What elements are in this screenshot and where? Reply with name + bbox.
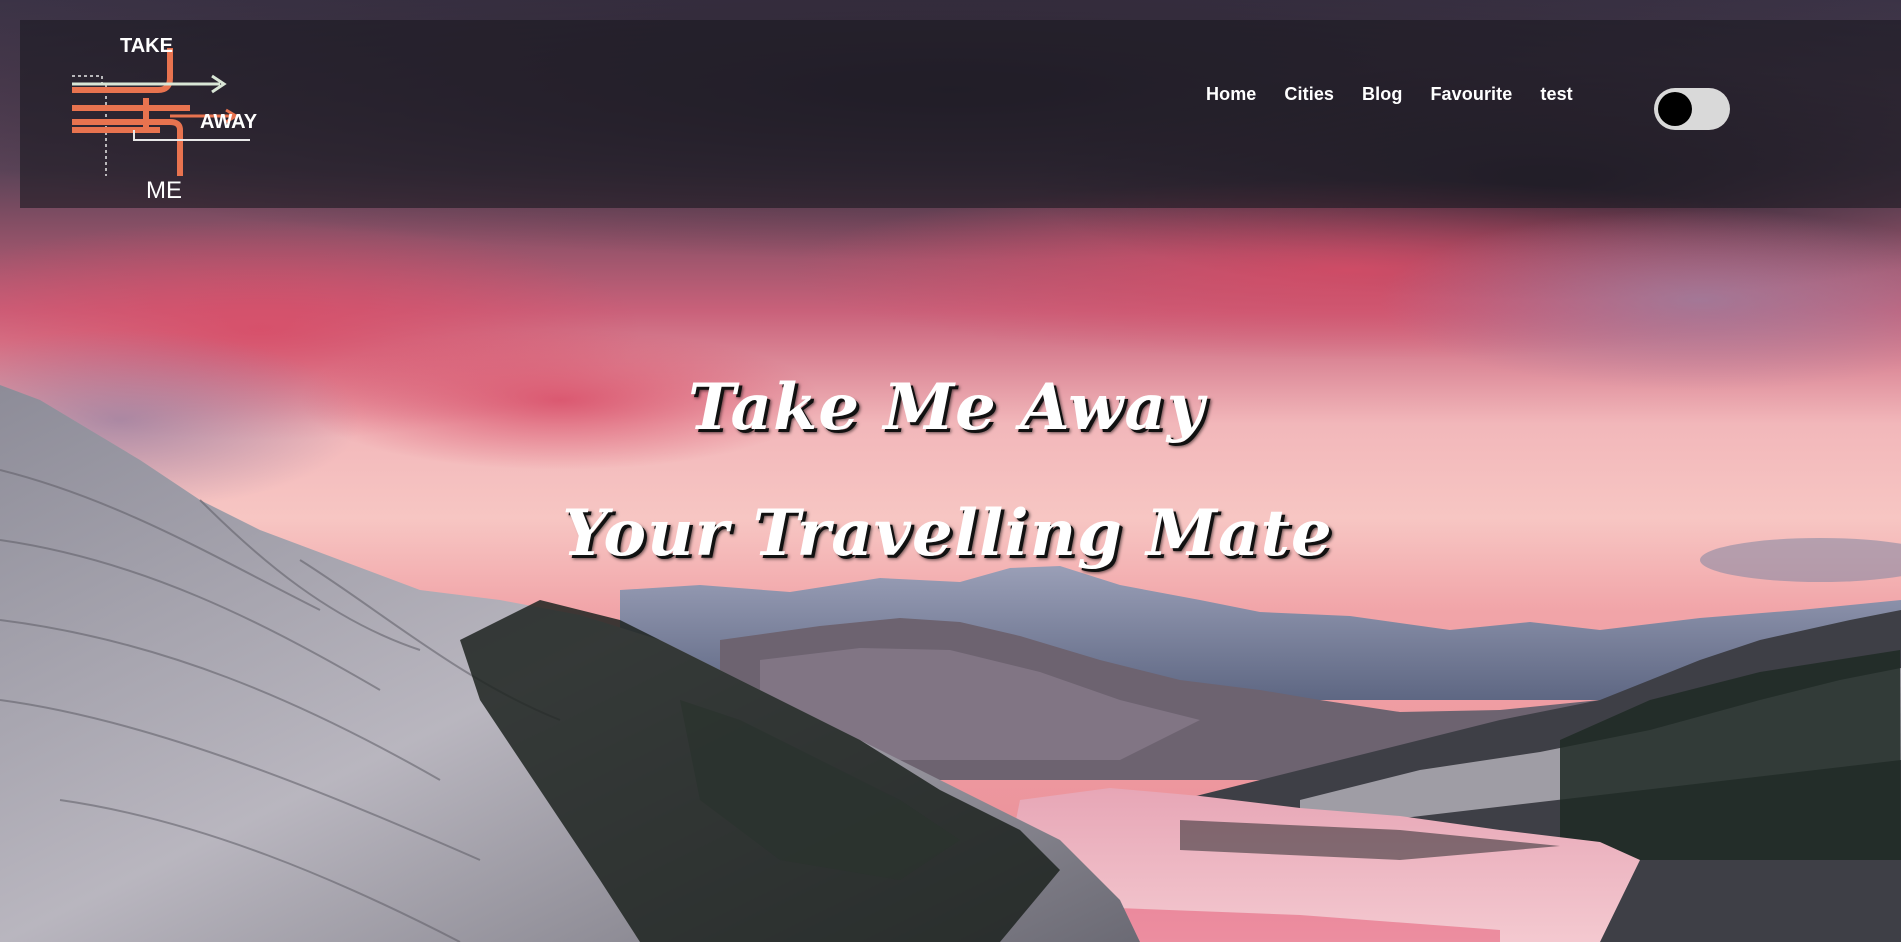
top-navbar: TAKE AWAY ME Home Cities Blog Favourite … [20, 20, 1901, 208]
nav-blog-link[interactable]: Blog [1362, 84, 1402, 105]
theme-toggle-switch[interactable] [1654, 88, 1730, 130]
nav-cities-link[interactable]: Cities [1284, 84, 1334, 105]
brand-logo[interactable]: TAKE AWAY ME [50, 26, 280, 202]
toggle-knob [1658, 92, 1692, 126]
logo-text-away: AWAY [200, 111, 258, 133]
nav-test-link[interactable]: test [1540, 84, 1572, 105]
landing-page: TAKE AWAY ME Home Cities Blog Favourite … [0, 0, 1901, 942]
nav-favourite-link[interactable]: Favourite [1430, 84, 1512, 105]
hero-subtitle: Your Travelling Mate [562, 496, 1333, 571]
logo-text-take: TAKE [120, 35, 173, 57]
logo-text-me: ME [146, 177, 182, 202]
nav-links: Home Cities Blog Favourite test [1206, 84, 1601, 105]
take-away-me-logo-icon: TAKE AWAY ME [72, 35, 258, 202]
nav-home-link[interactable]: Home [1206, 84, 1256, 105]
hero-title: Take Me Away [688, 370, 1205, 445]
